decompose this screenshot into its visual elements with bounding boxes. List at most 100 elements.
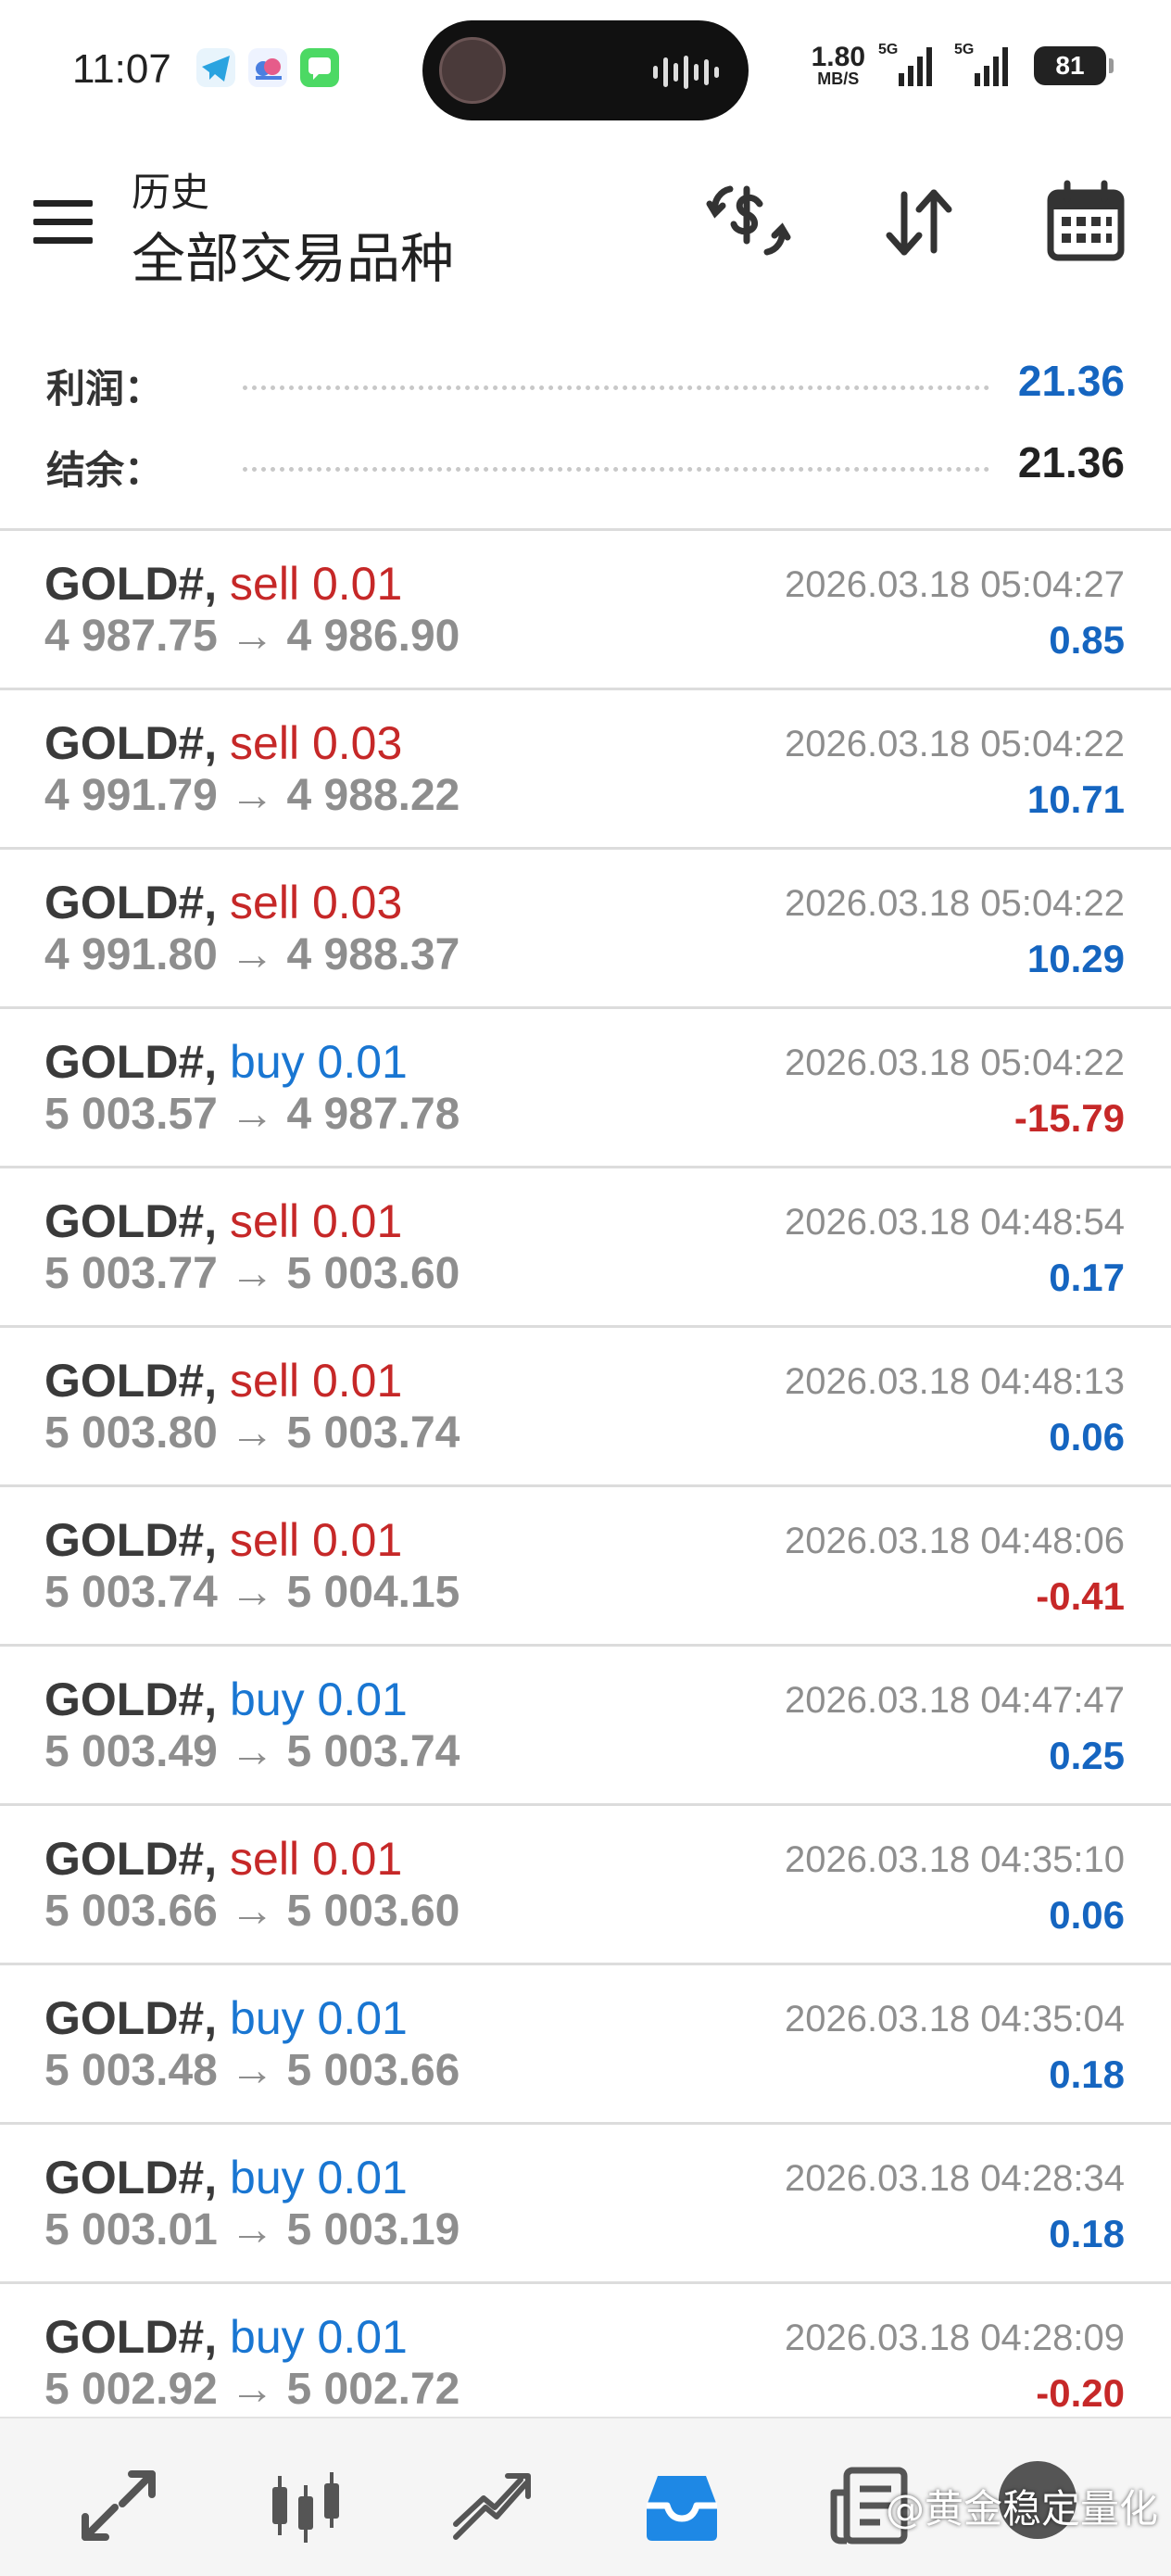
trade-time: 2026.03.18 04:35:04 (784, 1999, 1125, 2039)
trade-row[interactable]: GOLD#, buy 0.01 5 002.92 → 5 002.72 2026.0… (0, 2284, 1171, 2417)
trade-title: GOLD#, buy 0.01 (44, 1673, 408, 1726)
trade-profit: 10.29 (1026, 937, 1125, 980)
toolbar-title[interactable]: 全部交易品种 (132, 215, 454, 293)
signal-icon-2: 5G (954, 42, 1017, 86)
trade-profit: 0.25 (1049, 1734, 1125, 1777)
trade-symbol: GOLD#, (44, 558, 218, 610)
network-speed-unit: MB/S (817, 69, 860, 88)
trade-symbol: GOLD#, (44, 2152, 218, 2203)
status-bar: 11:07 1.80 MB/S 5G 5G 81 (0, 0, 1171, 139)
balance-row: 结余： 21.36 (0, 426, 1171, 508)
media-avatar (439, 37, 506, 104)
trade-prices: 4 991.80 → 4 988.37 (44, 930, 460, 979)
trade-time: 2026.03.18 04:35:10 (784, 1839, 1125, 1880)
trade-side-volume: sell 0.03 (230, 717, 403, 769)
trade-row[interactable]: GOLD#, sell 0.01 4 987.75 → 4 986.90 2026.… (0, 531, 1171, 690)
trade-profit: 0.18 (1049, 2212, 1125, 2255)
trade-symbol: GOLD#, (44, 2311, 218, 2363)
trade-symbol: GOLD#, (44, 1673, 218, 1725)
network-speed-value: 1.80 (811, 42, 865, 72)
trade-prices: 5 003.74 → 5 004.15 (44, 1568, 460, 1617)
toolbar: 历史 全部交易品种 (0, 148, 1171, 306)
quotes-icon[interactable] (72, 2459, 165, 2552)
trade-row[interactable]: GOLD#, sell 0.03 4 991.80 → 4 988.37 2026.… (0, 850, 1171, 1009)
battery-icon: 81 (1034, 46, 1114, 85)
trade-prices: 5 003.48 → 5 003.66 (44, 2046, 460, 2095)
trade-side-volume: sell 0.01 (230, 1833, 403, 1885)
trade-title: GOLD#, sell 0.01 (44, 1832, 402, 1886)
trade-time: 2026.03.18 04:47:47 (784, 1680, 1125, 1721)
sort-icon[interactable] (873, 176, 965, 269)
watermark-text: @黄金稳定量化 (885, 2486, 1158, 2532)
signal-label-2: 5G (954, 42, 975, 57)
history-icon[interactable] (636, 2459, 728, 2552)
dotted-leader (243, 385, 989, 390)
trade-time: 2026.03.18 05:04:27 (784, 564, 1125, 605)
signal-icon: 5G (878, 42, 941, 86)
trade-side-volume: buy 0.01 (230, 1992, 408, 2044)
trade-prices: 5 003.80 → 5 003.74 (44, 1408, 460, 1458)
trade-row[interactable]: GOLD#, sell 0.01 5 003.74 → 5 004.15 2026.… (0, 1487, 1171, 1647)
trade-side-volume: buy 0.01 (230, 1673, 408, 1725)
trade-title: GOLD#, buy 0.01 (44, 2310, 408, 2364)
network-speed: 1.80 MB/S (811, 42, 865, 88)
trade-side-volume: sell 0.03 (230, 877, 403, 928)
trade-side-volume: buy 0.01 (230, 2152, 408, 2203)
trade-row[interactable]: GOLD#, buy 0.01 5 003.48 → 5 003.66 2026.0… (0, 1965, 1171, 2125)
trade-profit: 0.18 (1049, 2052, 1125, 2096)
trade-time: 2026.03.18 05:04:22 (784, 1042, 1125, 1083)
trade-row[interactable]: GOLD#, buy 0.01 5 003.01 → 5 003.19 2026.0… (0, 2125, 1171, 2284)
trade-time: 2026.03.18 04:48:06 (784, 1521, 1125, 1561)
trade-side-volume: buy 0.01 (230, 2311, 408, 2363)
trade-list[interactable]: GOLD#, sell 0.01 4 987.75 → 4 986.90 2026.… (0, 531, 1171, 2417)
trade-side-volume: sell 0.01 (230, 1195, 403, 1247)
trade-row[interactable]: GOLD#, sell 0.03 4 991.79 → 4 988.22 2026.… (0, 690, 1171, 850)
balance-value: 21.36 (1017, 438, 1125, 486)
status-right: 1.80 MB/S 5G 5G 81 (811, 42, 1114, 88)
trade-profit: 0.06 (1049, 1415, 1125, 1458)
trade-symbol: GOLD#, (44, 717, 218, 769)
signal-label: 5G (878, 42, 899, 57)
chart-icon[interactable] (259, 2459, 352, 2552)
trade-profit: -0.20 (1036, 2371, 1125, 2415)
trade-prices: 5 002.92 → 5 002.72 (44, 2365, 460, 2414)
trade-side-volume: sell 0.01 (230, 1514, 403, 1566)
trade-symbol: GOLD#, (44, 1833, 218, 1885)
trade-prices: 5 003.77 → 5 003.60 (44, 1249, 460, 1298)
trade-icon[interactable] (447, 2459, 539, 2552)
trade-row[interactable]: GOLD#, buy 0.01 5 003.49 → 5 003.74 2026.0… (0, 1647, 1171, 1806)
trade-prices: 4 987.75 → 4 986.90 (44, 612, 460, 661)
trade-time: 2026.03.18 04:28:34 (784, 2158, 1125, 2199)
trade-time: 2026.03.18 04:48:13 (784, 1361, 1125, 1402)
status-time: 11:07 (72, 46, 171, 92)
trade-title: GOLD#, buy 0.01 (44, 2151, 408, 2204)
currency-exchange-icon[interactable] (702, 176, 795, 269)
trade-profit: 0.17 (1049, 1256, 1125, 1299)
trade-row[interactable]: GOLD#, sell 0.01 5 003.66 → 5 003.60 2026.… (0, 1806, 1171, 1965)
trade-symbol: GOLD#, (44, 1514, 218, 1566)
trade-symbol: GOLD#, (44, 1195, 218, 1247)
trade-profit: 0.85 (1049, 618, 1125, 662)
profit-value: 21.36 (1017, 357, 1125, 405)
dynamic-island (422, 20, 749, 120)
trade-title: GOLD#, sell 0.03 (44, 876, 402, 929)
trade-profit: -15.79 (1014, 1096, 1125, 1140)
trade-row[interactable]: GOLD#, sell 0.01 5 003.77 → 5 003.60 2026.… (0, 1168, 1171, 1328)
messages-icon (300, 48, 339, 87)
trade-row[interactable]: GOLD#, sell 0.01 5 003.80 → 5 003.74 2026.… (0, 1328, 1171, 1487)
calendar-icon[interactable] (1039, 176, 1132, 269)
menu-icon[interactable] (33, 200, 96, 250)
trade-prices: 5 003.66 → 5 003.60 (44, 1887, 460, 1936)
trade-prices: 5 003.01 → 5 003.19 (44, 2205, 460, 2254)
trade-row[interactable]: GOLD#, buy 0.01 5 003.57 → 4 987.78 2026.0… (0, 1009, 1171, 1168)
summary-section: 利润： 21.36 结余： 21.36 (0, 345, 1171, 508)
trade-profit: -0.41 (1036, 1574, 1125, 1618)
trade-prices: 5 003.57 → 4 987.78 (44, 1090, 460, 1139)
trade-title: GOLD#, buy 0.01 (44, 1991, 408, 2045)
trade-title: GOLD#, sell 0.03 (44, 716, 402, 770)
trade-time: 2026.03.18 04:28:09 (784, 2317, 1125, 2358)
trade-time: 2026.03.18 04:48:54 (784, 1202, 1125, 1243)
cloud-app-icon (248, 48, 287, 87)
audio-wave-icon (653, 56, 719, 89)
trade-symbol: GOLD#, (44, 1036, 218, 1088)
